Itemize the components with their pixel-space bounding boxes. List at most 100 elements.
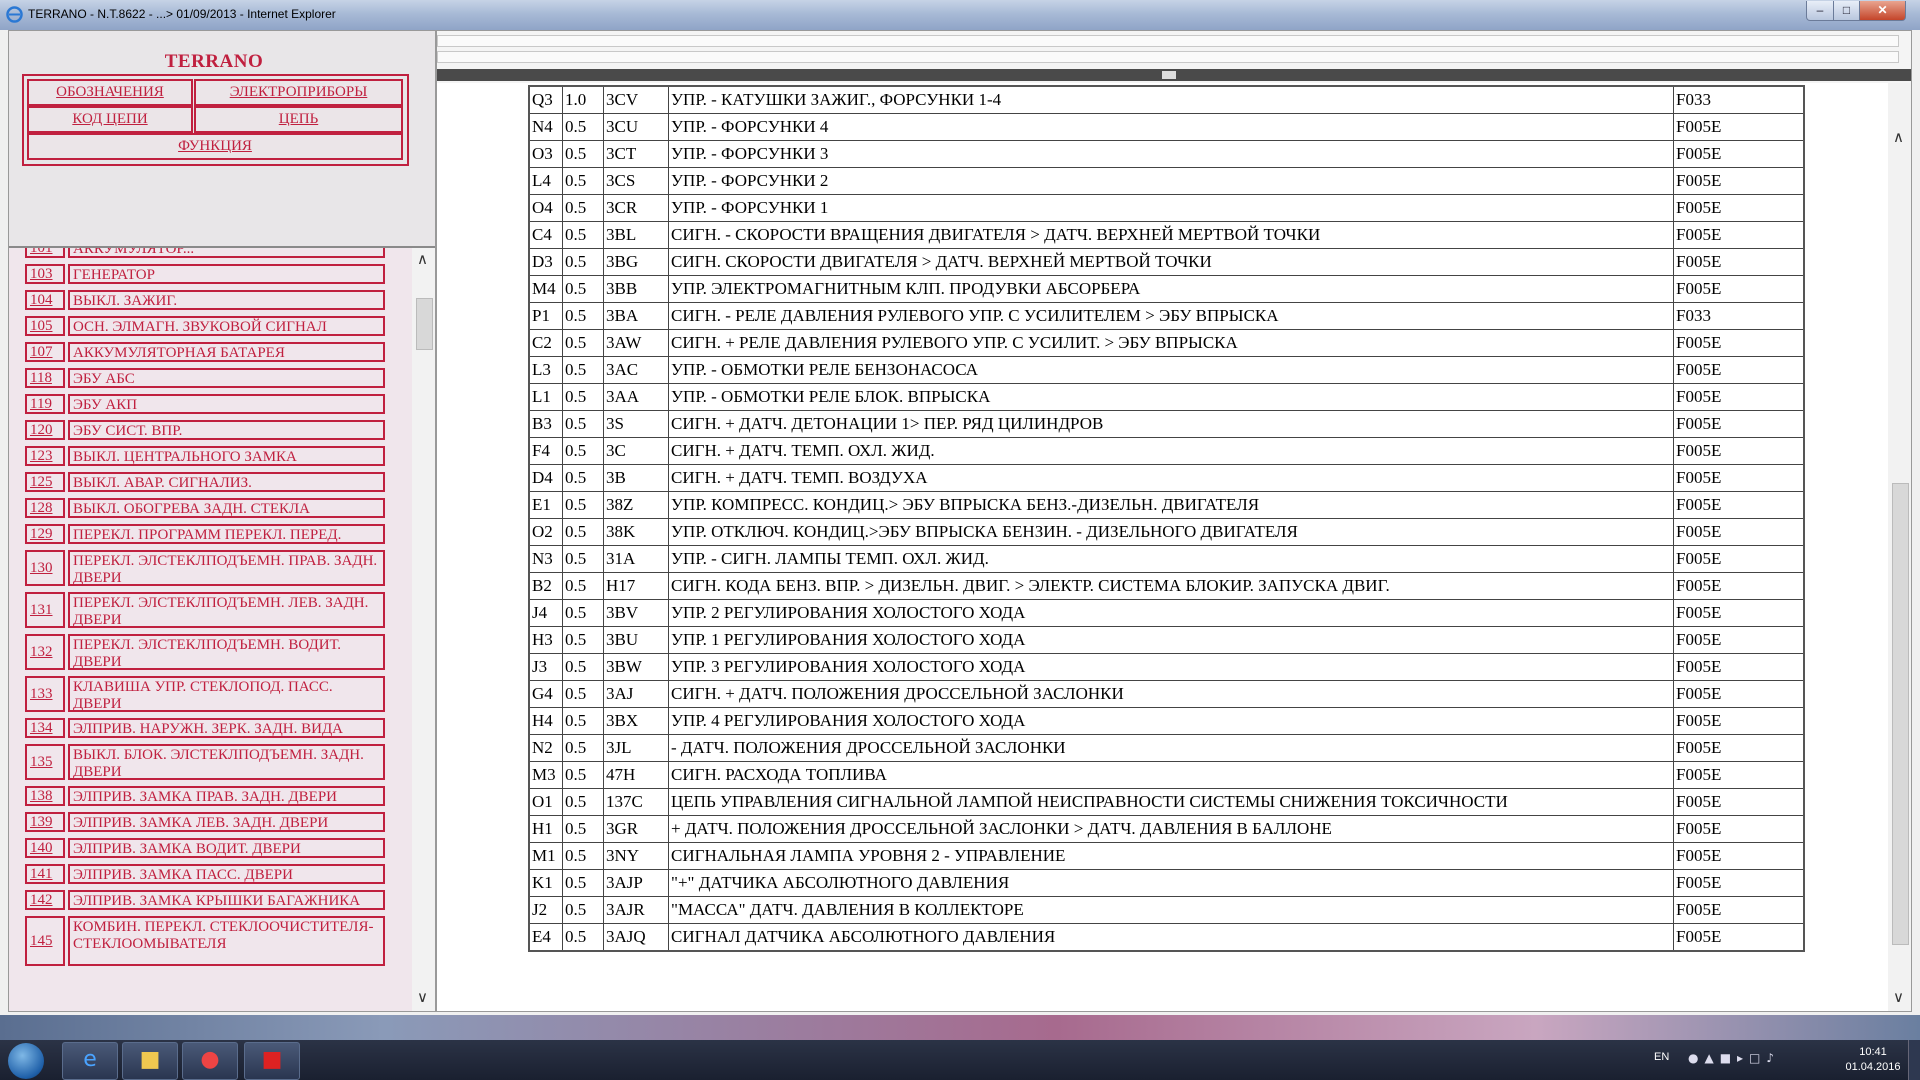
list-item-code-link[interactable]: 139 [25, 812, 65, 832]
list-item[interactable]: 103 ГЕНЕРАТОР [25, 264, 385, 284]
list-item-code-link[interactable]: 123 [25, 446, 65, 466]
list-item[interactable]: 130 ПЕРЕКЛ. ЭЛСТЕКЛПОДЪЕМН. ПРАВ. ЗАДН. Д… [25, 550, 385, 586]
list-item-code-link[interactable]: 104 [25, 290, 65, 310]
list-item-code-link[interactable]: 119 [25, 394, 65, 414]
description-cell: УПР. - ФОРСУНКИ 3 [668, 140, 1674, 168]
wire-code-cell: 3CR [603, 194, 669, 222]
list-item-code-link[interactable]: 103 [25, 264, 65, 284]
taskbar-explorer-button[interactable]: ■ [122, 1042, 178, 1080]
nav-circuit-code-link[interactable]: КОД ЦЕПИ [27, 106, 193, 133]
nav-function-link[interactable]: ФУНКЦИЯ [27, 133, 403, 160]
scroll-down-icon[interactable]: ∨ [1893, 988, 1904, 1006]
list-item-code-link[interactable]: 134 [25, 718, 65, 738]
list-item[interactable]: 123 ВЫКЛ. ЦЕНТРАЛЬНОГО ЗАМКА [25, 446, 385, 466]
close-button[interactable]: ✕ [1859, 1, 1906, 21]
list-item-code-link[interactable]: 130 [25, 550, 65, 586]
wire-code-cell: 3AJP [603, 869, 669, 897]
wire-code-cell: 3S [603, 410, 669, 438]
taskbar-app-button[interactable]: ■ [244, 1042, 300, 1080]
left-scrollbar[interactable]: ∧ ∨ [412, 248, 435, 1011]
list-item[interactable]: 138 ЭЛПРИВ. ЗАМКА ПРАВ. ЗАДН. ДВЕРИ [25, 786, 385, 806]
list-item-code-link[interactable]: 135 [25, 744, 65, 780]
list-item-code-link[interactable]: 140 [25, 838, 65, 858]
description-cell: УПР. КОМПРЕСС. КОНДИЦ.> ЭБУ ВПРЫСКА БЕНЗ… [668, 491, 1674, 519]
list-item-code-link[interactable]: 131 [25, 592, 65, 628]
right-scrollbar[interactable]: ∧ ∨ [1888, 83, 1911, 1011]
taskbar-ie-button[interactable]: e [62, 1042, 118, 1080]
list-item[interactable]: 101АККУМУЛЯТОР... [25, 248, 385, 258]
description-cell: СИГН. + ДАТЧ. ДЕТОНАЦИИ 1> ПЕР. РЯД ЦИЛИ… [668, 410, 1674, 438]
nav-circuit-link[interactable]: ЦЕПЬ [194, 106, 403, 133]
nav-devices-link[interactable]: ЭЛЕКТРОПРИБОРЫ [194, 79, 403, 106]
list-item[interactable]: 118 ЭБУ АБС [25, 368, 385, 388]
list-item[interactable]: 129 ПЕРЕКЛ. ПРОГРАММ ПЕРЕКЛ. ПЕРЕД. [25, 524, 385, 544]
clock[interactable]: 10:41 01.04.2016 [1845, 1045, 1901, 1075]
wire-code-cell: 137C [603, 788, 669, 816]
list-item-code-link[interactable]: 128 [25, 498, 65, 518]
list-item[interactable]: 139 ЭЛПРИВ. ЗАМКА ЛЕВ. ЗАДН. ДВЕРИ [25, 812, 385, 832]
list-item-name: ЭЛПРИВ. НАРУЖН. ЗЕРК. ЗАДН. ВИДА [68, 718, 385, 738]
scroll-down-icon[interactable]: ∨ [417, 988, 428, 1006]
header-bar [437, 35, 1899, 47]
frame-divider-handle[interactable] [1162, 71, 1176, 79]
list-item[interactable]: 107 АККУМУЛЯТОРНАЯ БАТАРЕЯ [25, 342, 385, 362]
table-row: L3 0.5 3AC УПР. - ОБМОТКИ РЕЛЕ БЕНЗОНАСОСА F… [528, 356, 1805, 384]
show-desktop-button[interactable] [1908, 1040, 1920, 1080]
nav-designations-link[interactable]: ОБОЗНАЧЕНИЯ [27, 79, 193, 106]
taskbar-chrome-button[interactable]: ● [182, 1042, 238, 1080]
list-item[interactable]: 132 ПЕРЕКЛ. ЭЛСТЕКЛПОДЪЕМН. ВОДИТ. ДВЕРИ [25, 634, 385, 670]
list-item[interactable]: 140 ЭЛПРИВ. ЗАМКА ВОДИТ. ДВЕРИ [25, 838, 385, 858]
list-item[interactable]: 133 КЛАВИША УПР. СТЕКЛОПОД. ПАСС. ДВЕРИ [25, 676, 385, 712]
list-item-code-link[interactable]: 118 [25, 368, 65, 388]
list-item-code-link[interactable]: 142 [25, 890, 65, 910]
list-item[interactable]: 120 ЭБУ СИСТ. ВПР. [25, 420, 385, 440]
start-button[interactable] [8, 1043, 44, 1079]
list-item[interactable]: 134 ЭЛПРИВ. НАРУЖН. ЗЕРК. ЗАДН. ВИДА [25, 718, 385, 738]
list-item[interactable]: 105 ОСН. ЭЛМАГН. ЗВУКОВОЙ СИГНАЛ [25, 316, 385, 336]
wire-code-cell: 3CU [603, 113, 669, 141]
list-item[interactable]: 128 ВЫКЛ. ОБОГРЕВА ЗАДН. СТЕКЛА [25, 498, 385, 518]
list-item-name: ЭЛПРИВ. ЗАМКА КРЫШКИ БАГАЖНИКА [68, 890, 385, 910]
list-item[interactable]: 119 ЭБУ АКП [25, 394, 385, 414]
ie-icon: e [83, 1047, 97, 1072]
list-item-code-link[interactable]: 101 [25, 248, 65, 258]
list-item[interactable]: 142 ЭЛПРИВ. ЗАМКА КРЫШКИ БАГАЖНИКА [25, 890, 385, 910]
description-cell: УПР. ЭЛЕКТРОМАГНИТНЫМ КЛП. ПРОДУВКИ АБСО… [668, 275, 1674, 303]
list-item[interactable]: 141 ЭЛПРИВ. ЗАМКА ПАСС. ДВЕРИ [25, 864, 385, 884]
description-cell: УПР. - ФОРСУНКИ 2 [668, 167, 1674, 195]
list-item[interactable]: 135 ВЫКЛ. БЛОК. ЭЛСТЕКЛПОДЪЕМН. ЗАДН. ДВЕ… [25, 744, 385, 780]
minimize-button[interactable]: – [1806, 1, 1834, 21]
left-scroll-thumb[interactable] [416, 298, 433, 350]
description-cell: ЦЕПЬ УПРАВЛЕНИЯ СИГНАЛЬНОЙ ЛАМПОЙ НЕИСПР… [668, 788, 1674, 816]
pin-cell: N3 [528, 545, 563, 573]
tray-icons[interactable]: ●▲■▸□♪ [1688, 1051, 1780, 1065]
list-item-name: АККУМУЛЯТОР... [68, 248, 385, 258]
description-cell: "+" ДАТЧИКА АБСОЛЮТНОГО ДАВЛЕНИЯ [668, 869, 1674, 897]
right-scroll-thumb[interactable] [1892, 483, 1909, 945]
pin-cell: D4 [528, 464, 563, 492]
list-item[interactable]: 104 ВЫКЛ. ЗАЖИГ. [25, 290, 385, 310]
list-item[interactable]: 125 ВЫКЛ. АВАР. СИГНАЛИЗ. [25, 472, 385, 492]
maximize-button[interactable]: □ [1833, 1, 1860, 21]
list-item-name: ВЫКЛ. БЛОК. ЭЛСТЕКЛПОДЪЕМН. ЗАДН. ДВЕРИ [68, 744, 385, 780]
list-item-code-link[interactable]: 129 [25, 524, 65, 544]
list-item-code-link[interactable]: 141 [25, 864, 65, 884]
list-item-code-link[interactable]: 107 [25, 342, 65, 362]
connector-cell: F005E [1673, 869, 1805, 897]
list-item-code-link[interactable]: 145 [25, 916, 65, 966]
list-item-code-link[interactable]: 138 [25, 786, 65, 806]
pin-cell: F4 [528, 437, 563, 465]
list-item-code-link[interactable]: 105 [25, 316, 65, 336]
list-item[interactable]: 131 ПЕРЕКЛ. ЭЛСТЕКЛПОДЪЕМН. ЛЕВ. ЗАДН. ДВ… [25, 592, 385, 628]
language-indicator[interactable]: EN [1654, 1051, 1669, 1063]
description-cell: СИГН. - СКОРОСТИ ВРАЩЕНИЯ ДВИГАТЕЛЯ > ДА… [668, 221, 1674, 249]
title-bar[interactable]: TERRANO - N.T.8622 - ...> 01/09/2013 - I… [0, 0, 1920, 30]
list-item-code-link[interactable]: 133 [25, 676, 65, 712]
scroll-up-icon[interactable]: ∧ [417, 250, 428, 268]
list-item[interactable]: 145 КОМБИН. ПЕРЕКЛ. СТЕКЛООЧИСТИТЕЛЯ-СТЕК… [25, 916, 385, 966]
scroll-up-icon[interactable]: ∧ [1893, 128, 1904, 146]
connector-cell: F005E [1673, 923, 1805, 952]
list-item-code-link[interactable]: 120 [25, 420, 65, 440]
list-item-code-link[interactable]: 125 [25, 472, 65, 492]
list-item-code-link[interactable]: 132 [25, 634, 65, 670]
